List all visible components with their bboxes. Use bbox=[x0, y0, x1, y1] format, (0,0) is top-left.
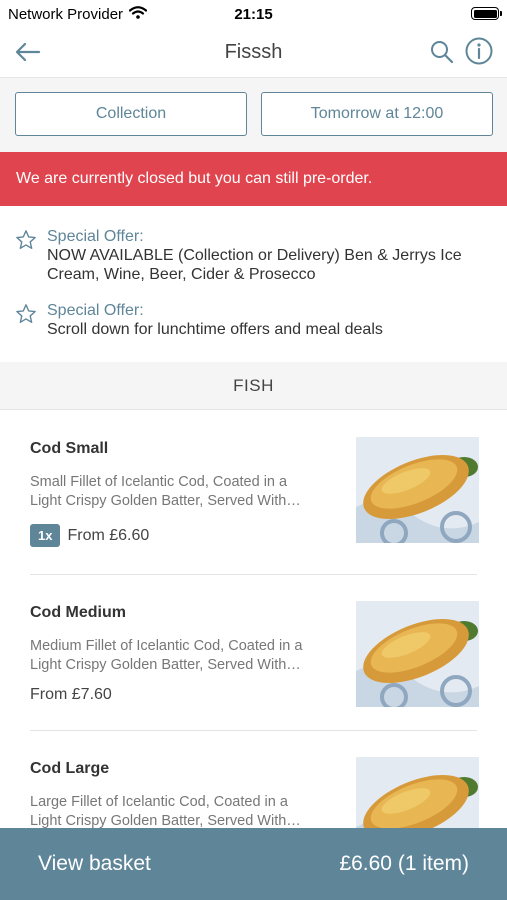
basket-label: View basket bbox=[38, 852, 151, 875]
star-outline-icon bbox=[16, 304, 36, 324]
item-image bbox=[356, 601, 479, 707]
section-header-fish: FISH bbox=[0, 362, 507, 410]
item-description-line: Light Crispy Golden Batter, Served With… bbox=[30, 657, 301, 673]
view-basket-button[interactable]: View basket £6.60 (1 item) bbox=[0, 828, 507, 900]
item-price: From £7.60 bbox=[30, 686, 112, 703]
collection-button[interactable]: Collection bbox=[15, 92, 247, 136]
item-description-line: Light Crispy Golden Batter, Served With… bbox=[30, 493, 301, 509]
nav-bar: Fisssh bbox=[0, 28, 507, 78]
quantity-badge: 1x bbox=[30, 524, 61, 547]
item-description: Small Fillet of Icelantic Cod, Coated in… bbox=[30, 473, 335, 511]
star-outline-icon bbox=[16, 230, 36, 250]
order-options: Collection Tomorrow at 12:00 bbox=[0, 78, 507, 152]
offer-text: NOW AVAILABLE (Collection or Delivery) B… bbox=[47, 247, 462, 283]
menu-item-cod-small[interactable]: Cod Small Small Fillet of Icelantic Cod,… bbox=[0, 411, 507, 575]
back-button[interactable] bbox=[12, 36, 44, 68]
item-description-line: Medium Fillet of Icelantic Cod, Coated i… bbox=[30, 638, 303, 654]
battery-icon bbox=[471, 7, 502, 20]
item-price: From £6.60 bbox=[67, 526, 150, 544]
page-title: Fisssh bbox=[224, 41, 283, 63]
menu-item-cod-medium[interactable]: Cod Medium Medium Fillet of Icelantic Co… bbox=[0, 575, 507, 731]
offer-item: Special Offer: Scroll down for lunchtime… bbox=[14, 301, 484, 339]
info-button[interactable] bbox=[464, 34, 494, 68]
status-bar: Network Provider 21:15 bbox=[0, 0, 507, 28]
item-price-row: 1x From £6.60 bbox=[30, 524, 149, 547]
order-time-button[interactable]: Tomorrow at 12:00 bbox=[261, 92, 493, 136]
offer-label: Special Offer: bbox=[47, 228, 144, 245]
item-name: Cod Large bbox=[30, 760, 110, 777]
item-name: Cod Medium bbox=[30, 604, 126, 621]
carrier-name: Network Provider bbox=[8, 5, 124, 23]
item-price-row: From £7.60 bbox=[30, 686, 112, 704]
offer-label: Special Offer: bbox=[47, 302, 144, 319]
search-icon bbox=[431, 41, 454, 64]
basket-total: £6.60 (1 item) bbox=[339, 852, 469, 875]
special-offers: Special Offer: NOW AVAILABLE (Collection… bbox=[0, 206, 507, 362]
item-description-line: Large Fillet of Icelantic Cod, Coated in… bbox=[30, 794, 288, 810]
wifi-icon bbox=[128, 5, 148, 23]
offer-text: Scroll down for lunchtime offers and mea… bbox=[47, 321, 383, 338]
item-description-line: Small Fillet of Icelantic Cod, Coated in… bbox=[30, 474, 288, 490]
item-description: Medium Fillet of Icelantic Cod, Coated i… bbox=[30, 637, 335, 675]
item-image bbox=[356, 437, 479, 543]
info-icon bbox=[465, 37, 493, 65]
item-description: Large Fillet of Icelantic Cod, Coated in… bbox=[30, 793, 335, 831]
arrow-left-icon bbox=[15, 42, 41, 62]
item-name: Cod Small bbox=[30, 440, 109, 457]
closed-banner: We are currently closed but you can stil… bbox=[0, 152, 507, 206]
offer-item: Special Offer: NOW AVAILABLE (Collection… bbox=[14, 227, 484, 284]
search-button[interactable] bbox=[428, 36, 456, 68]
